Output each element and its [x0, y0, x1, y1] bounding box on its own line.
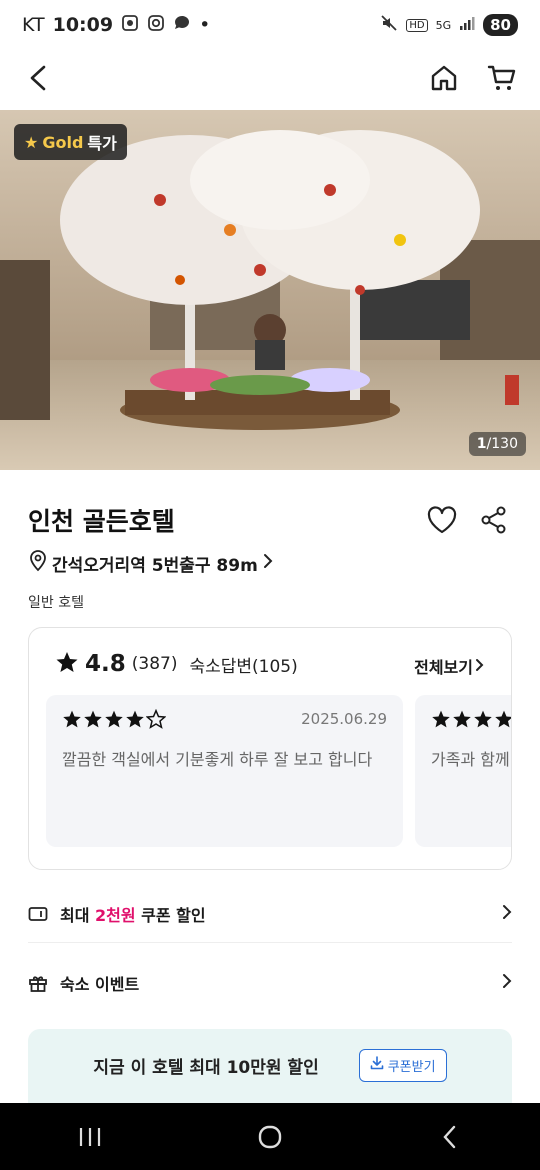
share-icon[interactable] — [476, 502, 512, 538]
star-filled-icon — [63, 710, 81, 728]
hotel-photo[interactable]: ★ Gold 특가 1/130 — [0, 110, 540, 470]
photo-current: 1 — [476, 436, 487, 452]
home-icon[interactable] — [426, 60, 462, 96]
chevron-right-icon — [262, 553, 274, 574]
star-filled-icon — [432, 710, 450, 728]
heart-icon[interactable] — [424, 502, 460, 538]
see-all-reviews-link[interactable]: 전체보기 — [414, 654, 485, 678]
review-text: 깔끔한 객실에서 기분좋게 하루 잘 보고 합니다 — [62, 750, 373, 769]
network-label: 5G — [435, 18, 452, 32]
location-link[interactable]: 간석오거리역 5번출구 89m — [28, 550, 274, 577]
divider — [28, 942, 512, 943]
star-filled-icon — [84, 710, 102, 728]
hotel-event-row[interactable]: 숙소 이벤트 — [28, 955, 512, 1011]
discount-promo-banner: 지금 이 호텔 최대 10만원 할인 쿠폰받기 — [28, 1029, 512, 1105]
see-all-label: 전체보기 — [414, 658, 473, 677]
review-date: 2025.06.29 — [301, 710, 387, 728]
chevron-right-icon — [502, 904, 512, 924]
battery-indicator: 80 — [483, 14, 518, 36]
chevron-right-icon — [475, 657, 485, 676]
review-text: 가족과 함께 — [431, 750, 510, 769]
hotel-lobby-illustration — [0, 110, 540, 470]
photo-counter: 1/130 — [468, 432, 526, 456]
get-coupon-button[interactable]: 쿠폰받기 — [358, 1048, 447, 1082]
badge-gold-text: Gold — [42, 132, 84, 152]
recent-apps-icon[interactable] — [72, 1119, 108, 1155]
hd-label: HD — [406, 18, 428, 32]
signal-icon — [459, 15, 475, 35]
event-label: 숙소 이벤트 — [60, 975, 140, 994]
promo-text: 지금 이 호텔 최대 10만원 할인 — [93, 1057, 319, 1078]
star-filled-icon — [495, 710, 511, 728]
coupon-prefix: 최대 — [60, 906, 96, 925]
review-count: (387) — [131, 654, 178, 674]
carrier-label: KT — [22, 14, 45, 36]
status-left: KT 10:09 • — [22, 14, 210, 37]
star-filled-icon — [453, 710, 471, 728]
rating-value: 4.8 — [85, 651, 126, 677]
coupon-suffix: 쿠폰 할인 — [135, 906, 206, 925]
coupon-discount-row[interactable]: 최대 2천원 쿠폰 할인 — [28, 886, 512, 942]
instagram-icon — [147, 14, 165, 37]
badge-special-text: 특가 — [87, 134, 117, 153]
back-arrow-icon[interactable] — [20, 60, 56, 96]
review-card: 4.8 (387) 숙소답변(105) 전체보기 2025.06.29 깔끔한 … — [28, 627, 512, 870]
ticket-icon — [28, 906, 52, 922]
clock: 10:09 — [52, 14, 114, 36]
get-coupon-label: 쿠폰받기 — [387, 1059, 436, 1075]
download-icon — [370, 1056, 384, 1074]
coupon-amount: 2천원 — [95, 906, 136, 925]
chevron-right-icon — [502, 973, 512, 993]
review-item[interactable]: 2025.06.29 깔끔한 객실에서 기분좋게 하루 잘 보고 합니다 — [46, 695, 403, 847]
system-nav-bar — [0, 1103, 540, 1170]
message-icon — [173, 14, 191, 37]
reply-count: 숙소답변(105) — [189, 656, 298, 677]
location-text: 간석오거리역 5번출구 89m — [52, 556, 258, 576]
star-icon: ★ — [24, 132, 39, 152]
nav-actions — [426, 60, 520, 96]
star-filled-icon — [105, 710, 123, 728]
star-icon — [55, 650, 79, 678]
photo-total: /130 — [486, 436, 518, 452]
hotel-category: 일반 호텔 — [28, 595, 84, 611]
status-right: HD 5G 80 — [380, 14, 518, 36]
dot-icon: • — [199, 14, 211, 36]
title-row: 인천 골든호텔 — [28, 502, 512, 538]
gift-icon — [28, 973, 52, 993]
top-nav — [0, 50, 540, 106]
review-summary: 4.8 (387) 숙소답변(105) — [55, 650, 298, 678]
mute-icon — [380, 14, 398, 36]
title-actions — [424, 502, 512, 538]
star-filled-icon — [474, 710, 492, 728]
status-bar: KT 10:09 • HD 5G 80 — [0, 0, 540, 50]
review-item[interactable]: 가족과 함께 — [415, 695, 511, 847]
star-filled-icon — [126, 710, 144, 728]
home-button-icon[interactable] — [252, 1119, 288, 1155]
review-stars — [431, 709, 511, 729]
screenshot-icon — [121, 14, 139, 37]
cart-icon[interactable] — [484, 60, 520, 96]
gold-deal-badge: ★ Gold 특가 — [14, 124, 127, 160]
star-empty-icon — [146, 709, 166, 729]
hotel-name: 인천 골든호텔 — [28, 507, 175, 536]
system-back-icon[interactable] — [432, 1119, 468, 1155]
location-pin-icon — [28, 550, 48, 577]
